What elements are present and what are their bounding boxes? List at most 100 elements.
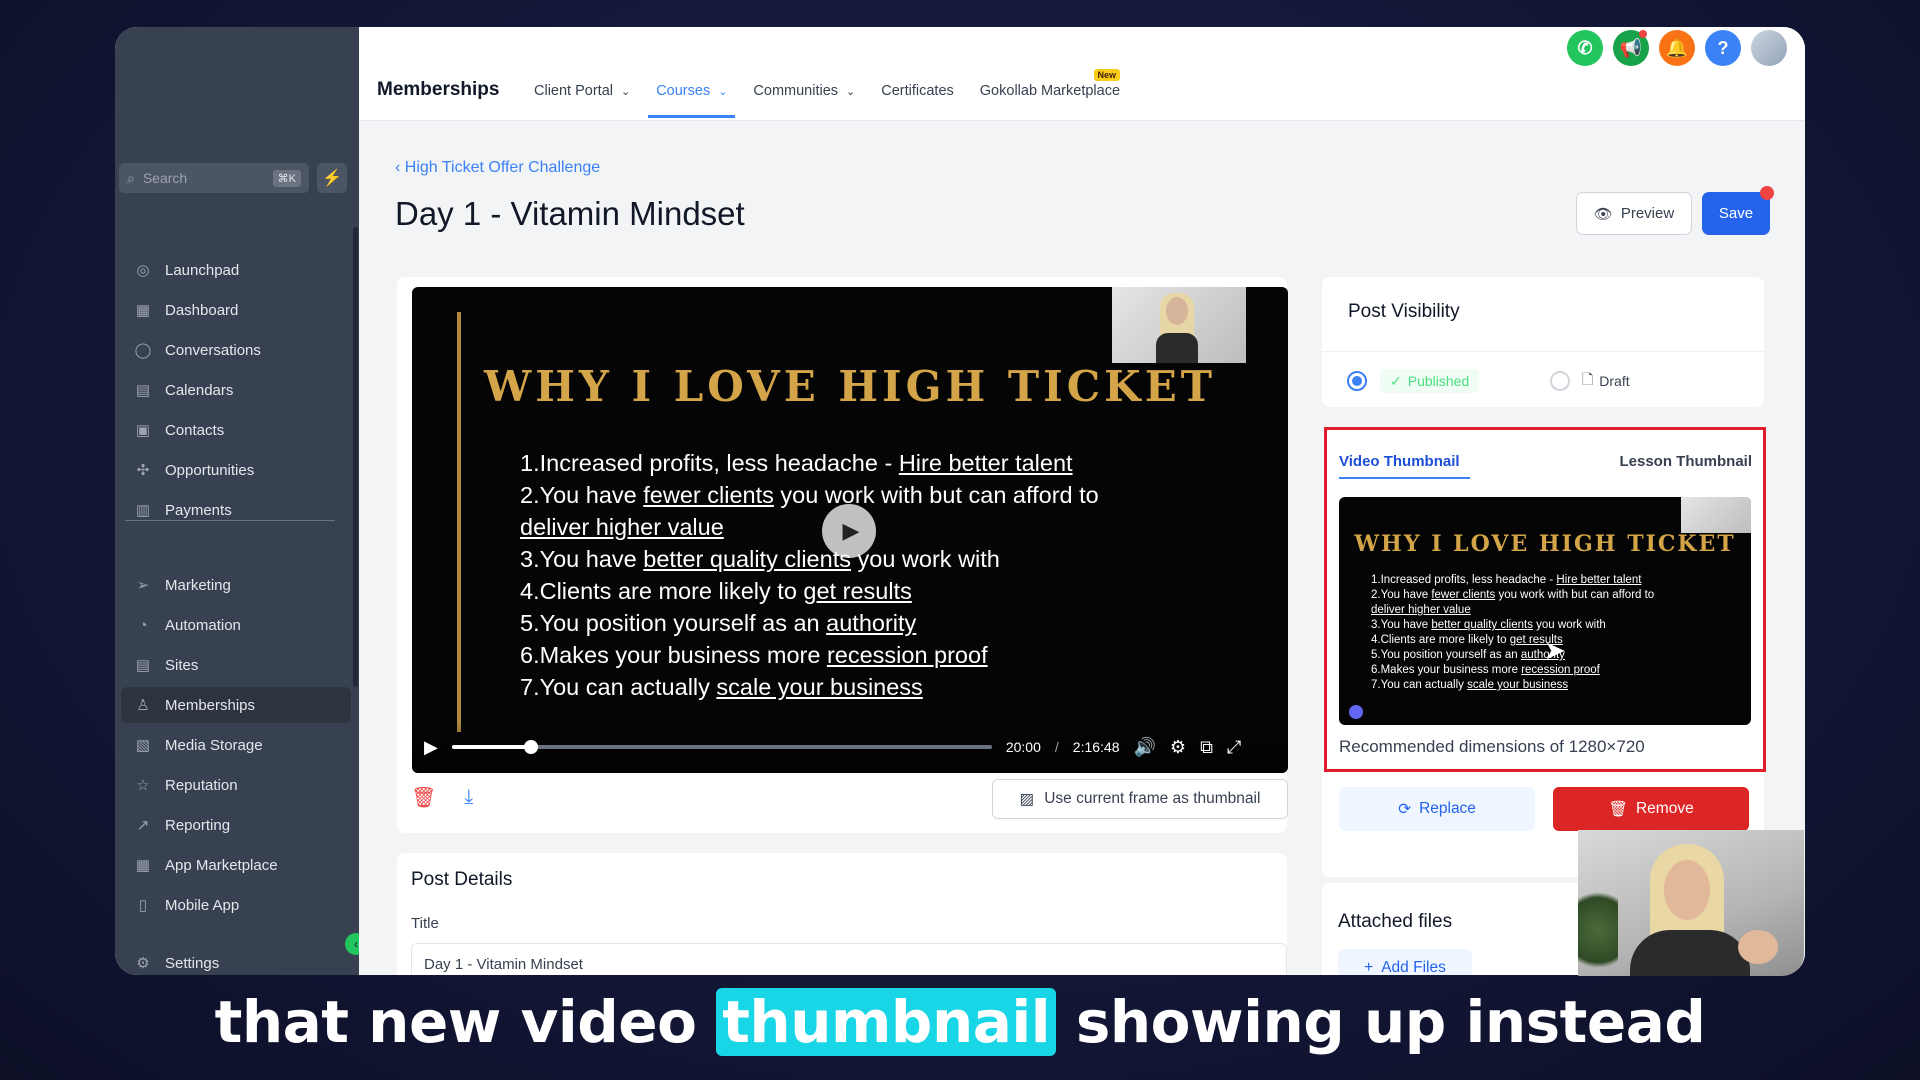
tab-label: Client Portal [534, 83, 613, 99]
calendar-icon: ▤ [135, 382, 151, 399]
sidebar-item-dashboard[interactable]: ▦ Dashboard [121, 292, 351, 328]
sidebar-item-contacts[interactable]: ▣ Contacts [121, 412, 351, 448]
draft-label: Draft [1599, 373, 1630, 389]
tab-lesson-thumbnail[interactable]: Lesson Thumbnail [1619, 453, 1752, 470]
sidebar-item-reporting[interactable]: ↗ Reporting [121, 807, 351, 843]
published-radio[interactable] [1347, 371, 1367, 391]
sidebar-scrollbar[interactable] [353, 227, 358, 687]
download-icon[interactable]: ⤓ [464, 786, 473, 809]
slide-point-link: deliver higher value [520, 514, 724, 540]
video-player[interactable]: WHY I LOVE HIGH TICKET 1.Increased profi… [412, 287, 1288, 773]
grid-icon: ▦ [135, 857, 151, 874]
star-icon: ☆ [136, 777, 150, 794]
slide-points: 1.Increased profits, less headache - Hir… [520, 447, 1220, 703]
sidebar-item-marketing[interactable]: ➢ Marketing [121, 567, 351, 603]
preview-button[interactable]: 👁 Preview [1576, 192, 1692, 235]
draft-option[interactable]: 🗋 Draft [1582, 369, 1630, 393]
sidebar-item-label: Marketing [165, 576, 231, 594]
sidebar-item-label: Mobile App [165, 896, 240, 914]
slide-point-text: 5.You position yourself as an [520, 610, 827, 636]
image-edit-icon: ▨ [1019, 790, 1035, 808]
sidebar-item-conversations[interactable]: ◯ Conversations [121, 332, 351, 368]
sidebar-item-label: Contacts [165, 421, 225, 439]
fullscreen-icon[interactable]: ⤢ [1227, 737, 1241, 758]
sidebar-item-calendars[interactable]: ▤ Calendars [121, 372, 351, 408]
top-nav: Memberships Client Portal ⌄ Courses ⌄ Comm… [359, 27, 1805, 121]
tab-client-portal[interactable]: Client Portal ⌄ [534, 83, 630, 99]
slide-point-link: scale your business [716, 674, 923, 700]
slide-point-text: 4.Clients are more likely to [520, 578, 804, 604]
duration: 2:16:48 [1072, 739, 1120, 755]
sidebar-item-sites[interactable]: ▤ Sites [121, 647, 351, 683]
divider [1322, 351, 1764, 352]
tab-courses[interactable]: Courses ⌄ [648, 83, 736, 118]
sidebar-item-mobile-app[interactable]: ▯ Mobile App [121, 887, 351, 923]
breadcrumb[interactable]: ‹ High Ticket Offer Challenge [395, 159, 600, 177]
payments-icon: ▥ [135, 502, 151, 519]
unsaved-dot [1760, 186, 1774, 200]
title-input[interactable]: Day 1 - Vitamin Mindset [411, 943, 1287, 975]
tab-communities[interactable]: Communities ⌄ [753, 83, 855, 99]
slide-point-link: deliver higher value [1371, 604, 1471, 616]
video-actions: 🗑 ⤓ [411, 785, 473, 810]
sidebar-item-opportunities[interactable]: ✣ Opportunities [121, 452, 351, 488]
slide-point-text: you work with but can afford to [773, 482, 1099, 508]
search-input[interactable]: ⌕ Search ⌘K [119, 163, 309, 193]
memberships-icon: ♙ [136, 697, 150, 714]
sidebar-item-app-marketplace[interactable]: ▦ App Marketplace [121, 847, 351, 883]
add-files-button[interactable]: + Add Files [1338, 949, 1472, 975]
play-overlay-button[interactable]: ▶ [822, 504, 876, 558]
sidebar-item-label: Reporting [165, 816, 231, 834]
tab-gokollab-marketplace[interactable]: Gokollab Marketplace New [980, 69, 1121, 99]
settings-gear-icon[interactable]: ⚙ [1170, 737, 1186, 758]
announcements-button[interactable]: 📢 [1613, 30, 1649, 66]
remove-label: Remove [1635, 800, 1694, 817]
help-button[interactable]: ? [1705, 30, 1741, 66]
external-link-icon[interactable]: ⧉ [1200, 737, 1213, 758]
published-option[interactable]: ✓ Published [1380, 369, 1480, 393]
draft-radio[interactable] [1550, 371, 1570, 391]
remove-button[interactable]: 🗑 Remove [1553, 787, 1749, 831]
sidebar-item-media-storage[interactable]: ▧ Media Storage [121, 727, 351, 763]
replace-label: Replace [1419, 800, 1476, 817]
sidebar-item-label: Settings [165, 954, 220, 972]
sidebar-item-payments[interactable]: ▥ Payments [121, 492, 351, 528]
use-frame-button[interactable]: ▨ Use current frame as thumbnail [992, 779, 1288, 819]
time-separator: / [1054, 739, 1059, 755]
volume-icon[interactable]: 🔊 [1134, 737, 1156, 758]
tab-video-thumbnail[interactable]: Video Thumbnail [1339, 453, 1470, 479]
seek-knob[interactable] [523, 740, 538, 754]
sites-icon: ▤ [135, 657, 151, 674]
replace-button[interactable]: ⟳ Replace [1339, 787, 1535, 831]
seek-bar[interactable] [451, 740, 992, 754]
play-button[interactable]: ▶ [424, 737, 438, 758]
quick-action-button[interactable]: ⚡ [317, 163, 347, 193]
tab-certificates[interactable]: Certificates [881, 83, 954, 99]
send-icon: ➢ [136, 577, 150, 594]
use-frame-label: Use current frame as thumbnail [1044, 790, 1261, 807]
slide-point-link: fewer clients [1431, 589, 1496, 601]
thumbnail-card: Video Thumbnail Lesson Thumbnail WHY I L… [1322, 427, 1766, 877]
trash-icon[interactable]: 🗑 [411, 785, 436, 810]
slide-point-text: 1.Increased profits, less headache - [1371, 574, 1557, 586]
sidebar-item-label: Sites [165, 656, 199, 674]
sidebar-item-settings[interactable]: ⚙ Settings [121, 945, 351, 975]
slide-point-link: fewer clients [643, 482, 774, 508]
breadcrumb-label: High Ticket Offer Challenge [404, 159, 601, 176]
sidebar-item-automation[interactable]: ◔ Automation [121, 607, 351, 643]
caption-before: that new video [214, 988, 697, 1056]
notifications-button[interactable]: 🔔 [1659, 30, 1695, 66]
slide-point: 5.You position yourself as an authority [1371, 648, 1654, 663]
save-button[interactable]: Save [1702, 186, 1774, 235]
sidebar-item-label: App Marketplace [165, 856, 278, 874]
dashboard-icon: ▦ [135, 302, 151, 319]
thumbnail-slide-points: 1.Increased profits, less headache - Hir… [1371, 573, 1654, 693]
sidebar-item-launchpad[interactable]: ◎ Launchpad [121, 252, 351, 288]
avatar[interactable] [1751, 30, 1787, 66]
sidebar-item-memberships[interactable]: ♙ Memberships [121, 687, 351, 723]
add-files-label: Add Files [1381, 959, 1446, 975]
slide-point: 2.You have fewer clients you work with b… [1371, 588, 1654, 603]
phone-button[interactable]: ✆ [1567, 30, 1603, 66]
save-label: Save [1718, 205, 1754, 222]
sidebar-item-reputation[interactable]: ☆ Reputation [121, 767, 351, 803]
